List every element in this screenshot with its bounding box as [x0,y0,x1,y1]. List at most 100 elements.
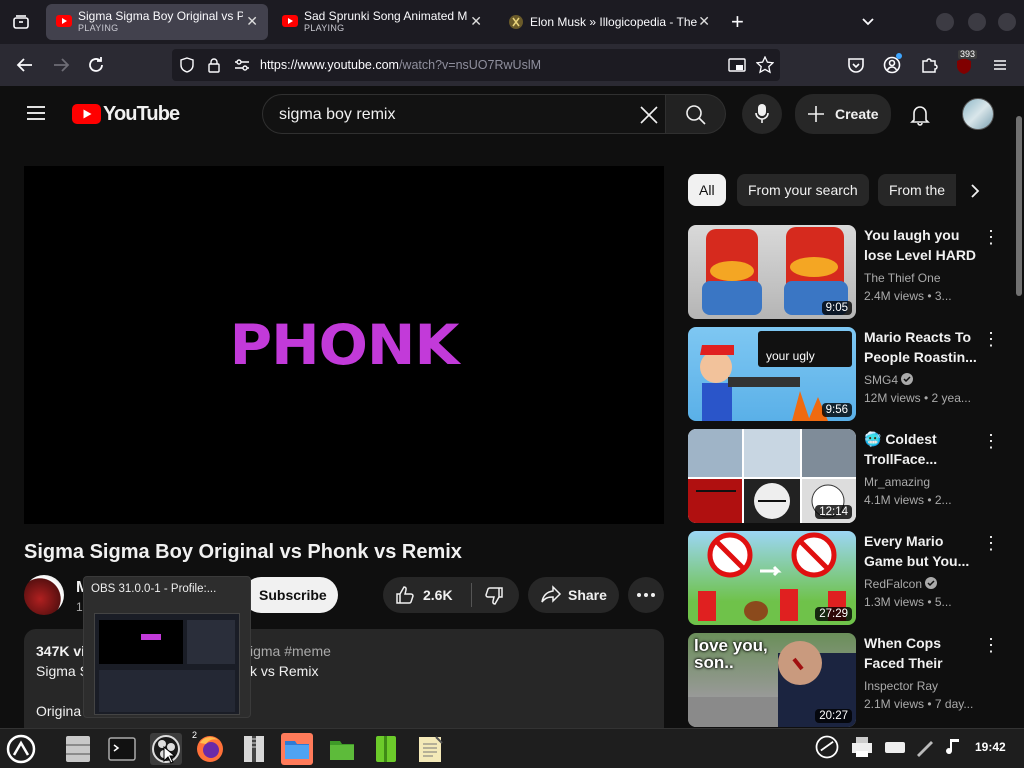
app-launcher-icon[interactable] [5,733,37,765]
file-manager-icon[interactable] [281,733,313,765]
url-text[interactable]: https://www.youtube.com/watch?v=nsUO7RwU… [260,58,541,72]
rec-title[interactable]: You laugh you lose Level HARD [864,225,982,265]
subscribe-button[interactable]: Subscribe [243,577,338,613]
text-editor-icon[interactable] [414,733,446,765]
tab-list-icon[interactable] [12,13,30,35]
permissions-icon[interactable] [233,57,251,73]
description-tags[interactable]: igma #meme [250,643,331,659]
window-maximize-button[interactable] [968,13,986,31]
verified-check-icon [901,373,914,385]
voice-search-button[interactable] [742,94,782,134]
window-close-button[interactable] [998,13,1016,31]
search-button[interactable] [666,94,726,134]
rec-title[interactable]: Mario Reacts To People Roastin... [864,327,982,367]
reload-icon[interactable] [87,56,105,78]
notifications-bell-icon[interactable] [910,104,930,130]
rec-channel[interactable]: RedFalcon [864,577,938,591]
avatar[interactable] [962,98,994,130]
forward-arrow-icon[interactable] [52,56,70,78]
clear-search-icon[interactable] [639,105,659,125]
chip-all[interactable]: All [688,174,726,206]
picture-in-picture-icon[interactable] [728,57,746,73]
share-button[interactable]: Share [528,577,619,613]
like-button[interactable]: 2.6K [383,577,471,613]
illogicopedia-favicon-icon [509,15,523,29]
menu-hamburger-icon[interactable] [991,56,1009,78]
back-arrow-icon[interactable] [16,56,34,78]
green-book-icon[interactable] [370,733,402,765]
video-thumbnail[interactable]: love you, son.. 20:27 [688,633,856,727]
bookmark-star-icon[interactable] [756,56,774,74]
lock-icon[interactable] [207,57,221,73]
ublock-shield-icon[interactable]: 393 [955,50,978,79]
firefox-icon[interactable]: 2 [192,730,226,765]
duration-badge: 12:14 [815,505,852,519]
printer-tray-icon[interactable] [850,733,882,765]
list-item[interactable]: your ugly 9:56 Mario Reacts To People Ro… [688,327,1008,421]
rec-channel[interactable]: SMG4 [864,373,914,387]
extensions-puzzle-icon[interactable] [920,56,938,78]
search-box[interactable] [262,94,666,134]
more-actions-button[interactable] [628,577,664,613]
new-tab-button[interactable]: + [731,11,744,33]
list-item[interactable]: 27:29 Every Mario Game but You... RedFal… [688,531,1008,625]
terminal-icon[interactable] [106,733,138,765]
account-icon[interactable] [883,53,902,78]
tab-illogicopedia[interactable]: Elon Musk » Illogicopedia - The ✕ [498,4,720,40]
video-thumbnail[interactable]: 27:29 [688,531,856,625]
thumbs-down-icon [485,587,503,605]
rec-channel[interactable]: Inspector Ray [864,679,938,693]
list-item[interactable]: 9:05 You laugh you lose Level HARD The T… [688,225,1008,319]
duration-badge: 9:05 [821,301,852,315]
rec-channel[interactable]: The Thief One [864,271,941,285]
chip-from-your-search[interactable]: From your search [737,174,869,206]
list-item[interactable]: 12:14 🥶 Coldest TrollFace... Mr_amazing … [688,429,1008,523]
search-input[interactable] [279,104,619,126]
rec-meta: 2.4M views • 3... [864,289,952,303]
chips-next-chevron-icon[interactable] [968,183,982,203]
rec-channel[interactable]: Mr_amazing [864,475,930,489]
more-vertical-icon[interactable]: ⋮ [982,635,1000,656]
keyboard-tray-icon[interactable] [883,733,915,765]
green-folder-icon[interactable] [326,733,358,765]
rec-title[interactable]: Every Mario Game but You... [864,531,982,571]
pocket-icon[interactable] [847,56,865,78]
url-bar[interactable]: https://www.youtube.com/watch?v=nsUO7RwU… [172,49,780,81]
video-thumbnail[interactable]: your ugly 9:56 [688,327,856,421]
volume-music-tray-icon[interactable] [943,733,975,765]
rec-title[interactable]: When Cops Faced Their Las... [864,633,982,673]
chip-from-the-channel[interactable]: From the [878,174,956,206]
obs-window-preview[interactable]: OBS 31.0.0-1 - Profile:... [83,576,251,718]
window-minimize-button[interactable] [936,13,954,31]
close-tab-icon[interactable]: ✕ [246,13,258,30]
youtube-logo[interactable]: YouTube [72,102,180,126]
video-player[interactable]: PHONK [24,166,664,524]
dislike-button[interactable] [472,577,519,613]
close-tab-icon[interactable]: ✕ [698,13,710,30]
tracking-shield-icon[interactable] [179,57,195,73]
file-cabinet-icon[interactable] [62,733,94,765]
tab-sigma-boy[interactable]: Sigma Sigma Boy Original vs P PLAYING ✕ [46,4,268,40]
tab-sad-sprunki[interactable]: Sad Sprunki Song Animated M PLAYING ✕ [272,4,492,40]
more-vertical-icon[interactable]: ⋮ [982,227,1000,248]
youtube-logo-text: YouTube [103,103,180,125]
create-button[interactable]: Create [795,94,891,134]
archive-manager-icon[interactable] [238,733,270,765]
subscribe-label: Subscribe [259,587,327,603]
more-vertical-icon[interactable]: ⋮ [982,329,1000,350]
channel-avatar[interactable] [24,575,64,615]
list-item[interactable]: love you, son.. 20:27 When Cops Faced Th… [688,633,1008,727]
more-vertical-icon[interactable]: ⋮ [982,431,1000,452]
clock[interactable]: 19:42 [975,740,1006,754]
more-vertical-icon[interactable]: ⋮ [982,533,1000,554]
rec-title[interactable]: 🥶 Coldest TrollFace... [864,429,982,469]
thumbnail-caption: love you, son.. [694,636,768,672]
video-thumbnail[interactable]: 12:14 [688,429,856,523]
close-tab-icon[interactable]: ✕ [470,13,482,30]
pen-tray-icon[interactable] [913,733,945,765]
guide-menu-icon[interactable] [26,104,46,126]
obs-tray-icon[interactable] [813,733,845,765]
video-thumbnail[interactable]: 9:05 [688,225,856,319]
tab-overflow-chevron-icon[interactable] [860,13,876,33]
page-scrollbar[interactable] [1016,116,1022,296]
